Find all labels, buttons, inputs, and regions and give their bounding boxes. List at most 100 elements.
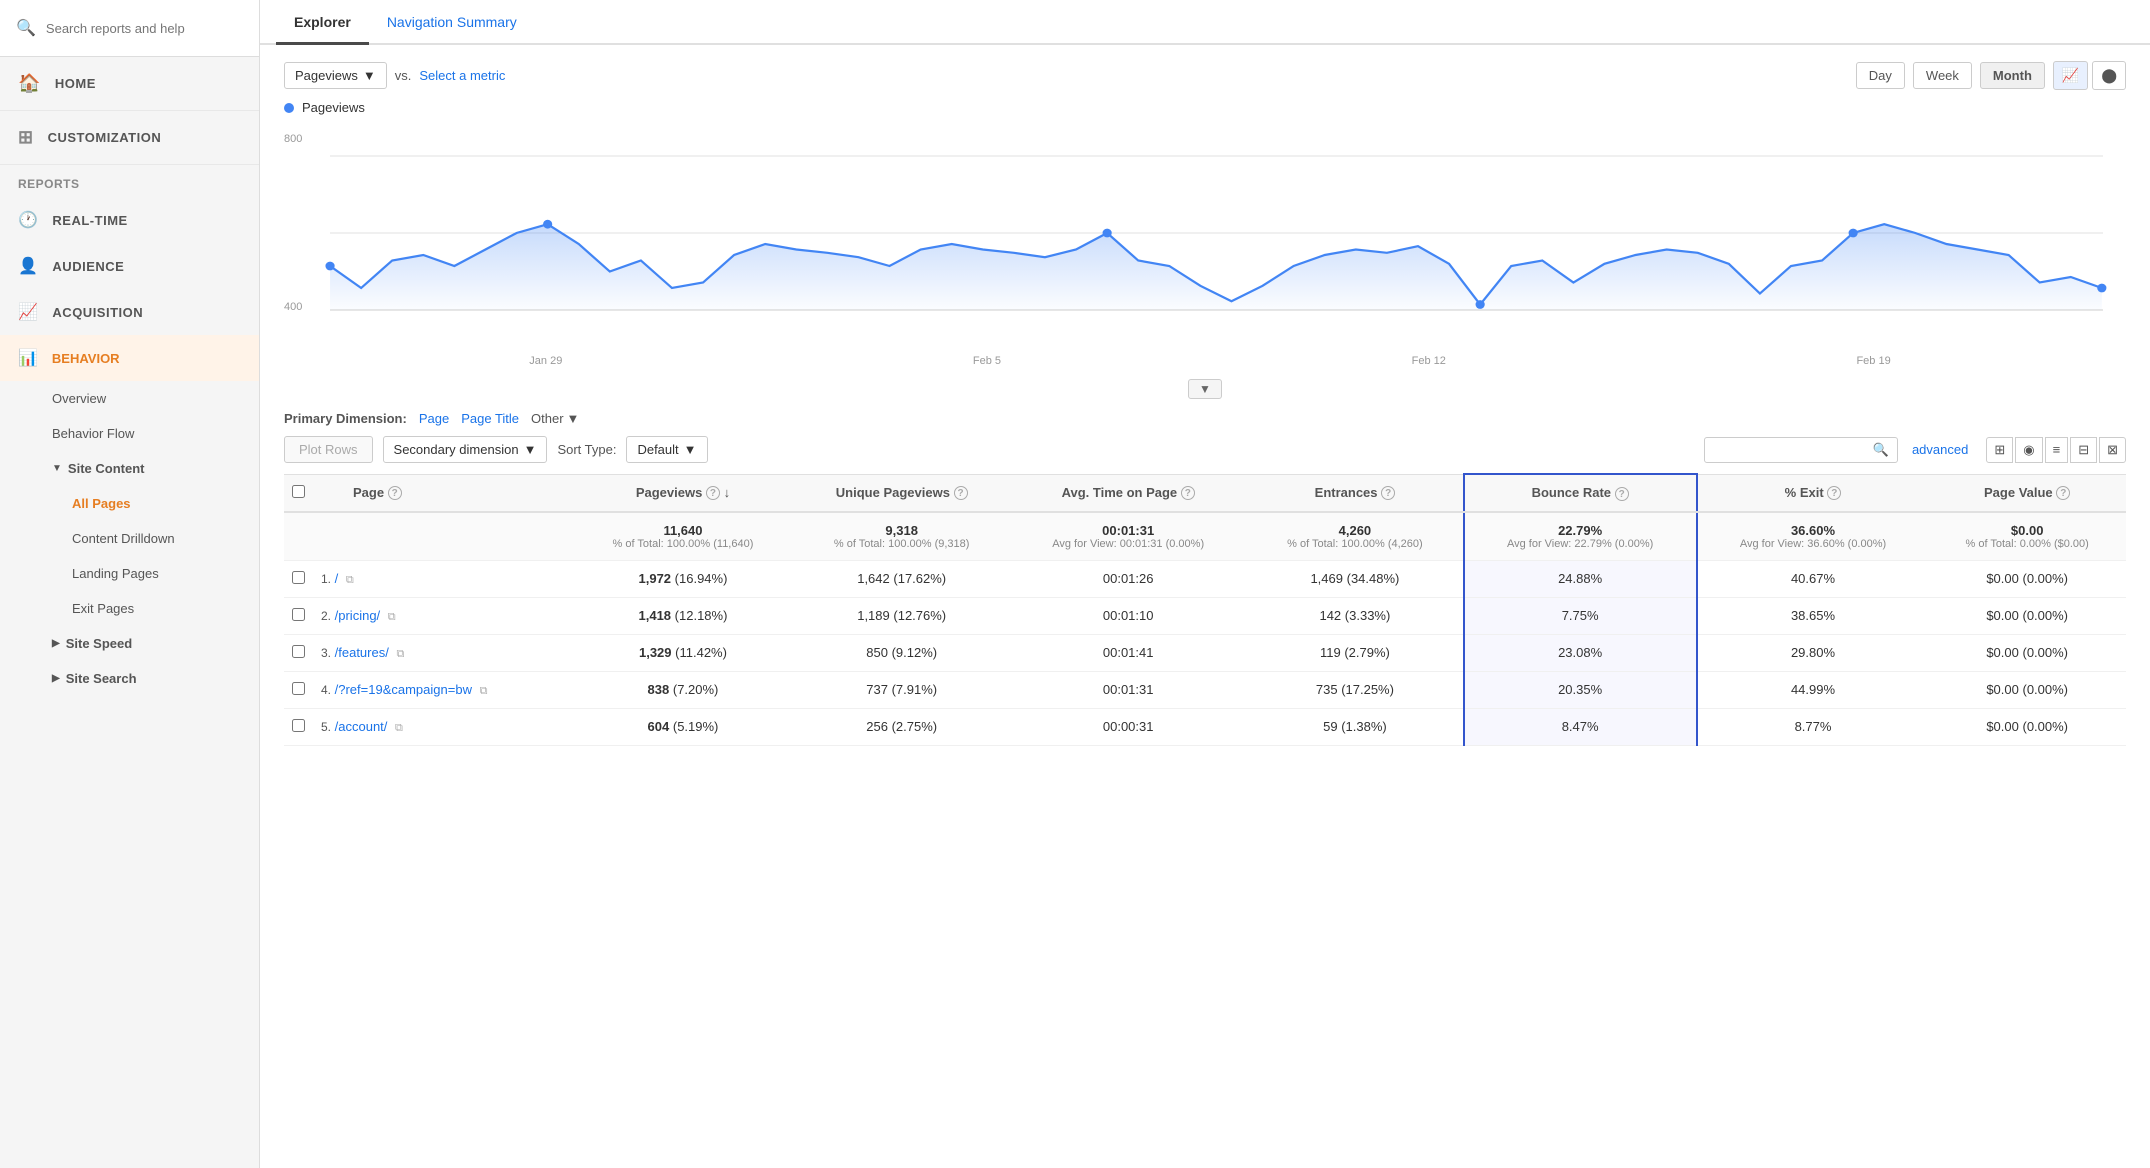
unique-pv-help-icon[interactable]: ? — [954, 486, 968, 500]
sidebar-item-site-speed[interactable]: ▶ Site Speed — [0, 626, 259, 661]
row1-page-value: $0.00 (0.00%) — [1928, 560, 2126, 597]
tabs-bar: Explorer Navigation Summary — [260, 0, 2150, 45]
sidebar-item-content-drilldown[interactable]: Content Drilldown — [0, 521, 259, 556]
select-all-checkbox[interactable] — [292, 485, 305, 498]
sidebar-item-customization[interactable]: ⊞ CUSTOMIZATION — [0, 111, 259, 165]
bounce-help-icon[interactable]: ? — [1615, 487, 1629, 501]
row4-unique-pv: 737 (7.91%) — [794, 671, 1009, 708]
row4-pct-exit: 44.99% — [1697, 671, 1929, 708]
sidebar-item-landing-pages[interactable]: Landing Pages — [0, 556, 259, 591]
row1-check[interactable] — [284, 560, 313, 597]
sidebar-item-behavior[interactable]: 📊 BEHAVIOR — [0, 335, 259, 381]
x-label-jan29: Jan 29 — [529, 355, 562, 367]
copy-icon-4[interactable]: ⧉ — [480, 685, 488, 697]
time-btn-month[interactable]: Month — [1980, 62, 2045, 89]
row5-pct-exit: 8.77% — [1697, 708, 1929, 745]
row4-page: 4. /?ref=19&campaign=bw ⧉ — [313, 671, 572, 708]
main-content: Explorer Navigation Summary Pageviews ▼ … — [260, 0, 2150, 1168]
table-search-box[interactable]: 🔍 — [1704, 437, 1898, 463]
reports-section-label: Reports — [0, 165, 259, 197]
row5-unique-pv: 256 (2.75%) — [794, 708, 1009, 745]
view-btn-pivot[interactable]: ⊠ — [2099, 437, 2126, 463]
x-label-feb12: Feb 12 — [1412, 355, 1446, 367]
search-bar[interactable]: 🔍 — [0, 0, 259, 57]
row3-pct-exit: 29.80% — [1697, 634, 1929, 671]
secondary-dim-dropdown[interactable]: Secondary dimension ▼ — [383, 436, 548, 463]
copy-icon-5[interactable]: ⧉ — [395, 722, 403, 734]
page-help-icon[interactable]: ? — [388, 486, 402, 500]
advanced-link[interactable]: advanced — [1912, 442, 1968, 457]
sort-type-dropdown[interactable]: Default ▼ — [626, 436, 707, 463]
avg-time-help-icon[interactable]: ? — [1181, 486, 1195, 500]
th-checkbox — [284, 474, 313, 512]
dim-page-link[interactable]: Page — [419, 411, 449, 426]
time-btn-day[interactable]: Day — [1856, 62, 1905, 89]
metric-dropdown[interactable]: Pageviews ▼ — [284, 62, 387, 89]
total-entrances: 4,260 % of Total: 100.00% (4,260) — [1247, 512, 1463, 561]
view-btn-filter[interactable]: ⊟ — [2070, 437, 2097, 463]
row5-avg-time: 00:00:31 — [1009, 708, 1247, 745]
row2-entrances: 142 (3.33%) — [1247, 597, 1463, 634]
tab-explorer[interactable]: Explorer — [276, 0, 369, 45]
row4-check[interactable] — [284, 671, 313, 708]
vs-label: vs. — [395, 68, 412, 83]
sidebar: 🔍 🏠 HOME ⊞ CUSTOMIZATION Reports 🕐 REAL-… — [0, 0, 260, 1168]
sidebar-item-acquisition[interactable]: 📈 ACQUISITION — [0, 289, 259, 335]
sidebar-item-overview[interactable]: Overview — [0, 381, 259, 416]
copy-icon-2[interactable]: ⧉ — [388, 611, 396, 623]
scatter-chart-btn[interactable]: ⬤ — [2092, 61, 2126, 90]
table-search-input[interactable] — [1713, 442, 1873, 457]
row1-bounce-rate: 24.88% — [1464, 560, 1697, 597]
scroll-indicator[interactable]: ▼ — [284, 379, 2126, 399]
dim-other-dropdown[interactable]: Other ▼ — [531, 411, 579, 426]
row4-pageviews: 838 (7.20%) — [572, 671, 794, 708]
line-chart-btn[interactable]: 📈 — [2053, 61, 2088, 90]
pct-exit-help-icon[interactable]: ? — [1827, 486, 1841, 500]
table-search-icon[interactable]: 🔍 — [1873, 442, 1889, 458]
row1-unique-pv: 1,642 (17.62%) — [794, 560, 1009, 597]
view-btn-grid[interactable]: ⊞ — [1986, 437, 2013, 463]
view-btn-circle[interactable]: ◉ — [2015, 437, 2042, 463]
legend-dot — [284, 103, 294, 113]
row5-bounce-rate: 8.47% — [1464, 708, 1697, 745]
y-axis-800: 800 — [284, 133, 302, 145]
scroll-btn[interactable]: ▼ — [1188, 379, 1222, 399]
row5-check[interactable] — [284, 708, 313, 745]
dim-page-title-link[interactable]: Page Title — [461, 411, 519, 426]
sidebar-item-behavior-flow[interactable]: Behavior Flow — [0, 416, 259, 451]
copy-icon-3[interactable]: ⧉ — [396, 648, 404, 660]
select-metric-link[interactable]: Select a metric — [419, 68, 505, 83]
row3-pageviews: 1,329 (11.42%) — [572, 634, 794, 671]
row2-check[interactable] — [284, 597, 313, 634]
page-link-4[interactable]: /?ref=19&campaign=bw — [335, 682, 472, 697]
page-link-2[interactable]: /pricing/ — [335, 608, 381, 623]
page-link-5[interactable]: /account/ — [335, 719, 388, 734]
sidebar-item-site-content[interactable]: ▼ Site Content — [0, 451, 259, 486]
sidebar-item-all-pages[interactable]: All Pages — [0, 486, 259, 521]
row3-unique-pv: 850 (9.12%) — [794, 634, 1009, 671]
th-page: Page ? — [313, 474, 572, 512]
copy-icon-1[interactable]: ⧉ — [346, 574, 354, 586]
row3-entrances: 119 (2.79%) — [1247, 634, 1463, 671]
row3-check[interactable] — [284, 634, 313, 671]
sidebar-item-realtime[interactable]: 🕐 REAL-TIME — [0, 197, 259, 243]
page-link-3[interactable]: /features/ — [335, 645, 389, 660]
time-btn-week[interactable]: Week — [1913, 62, 1972, 89]
sidebar-item-site-search[interactable]: ▶ Site Search — [0, 661, 259, 696]
sidebar-item-home[interactable]: 🏠 HOME — [0, 57, 259, 111]
tab-navigation-summary[interactable]: Navigation Summary — [369, 0, 535, 45]
page-link-1[interactable]: / — [335, 571, 339, 586]
row3-page: 3. /features/ ⧉ — [313, 634, 572, 671]
page-value-help-icon[interactable]: ? — [2056, 486, 2070, 500]
pageviews-help-icon[interactable]: ? — [706, 486, 720, 500]
sidebar-item-exit-pages[interactable]: Exit Pages — [0, 591, 259, 626]
entrances-help-icon[interactable]: ? — [1381, 486, 1395, 500]
view-btns: ⊞ ◉ ≡ ⊟ ⊠ — [1986, 437, 2126, 463]
sidebar-item-audience[interactable]: 👤 AUDIENCE — [0, 243, 259, 289]
view-btn-list[interactable]: ≡ — [2045, 437, 2069, 463]
row5-pageviews: 604 (5.19%) — [572, 708, 794, 745]
search-input[interactable] — [46, 21, 243, 36]
sort-type-label: Sort Type: — [557, 442, 616, 457]
metric-label: Pageviews — [295, 68, 358, 83]
metric-selector: Pageviews ▼ vs. Select a metric — [284, 62, 505, 89]
